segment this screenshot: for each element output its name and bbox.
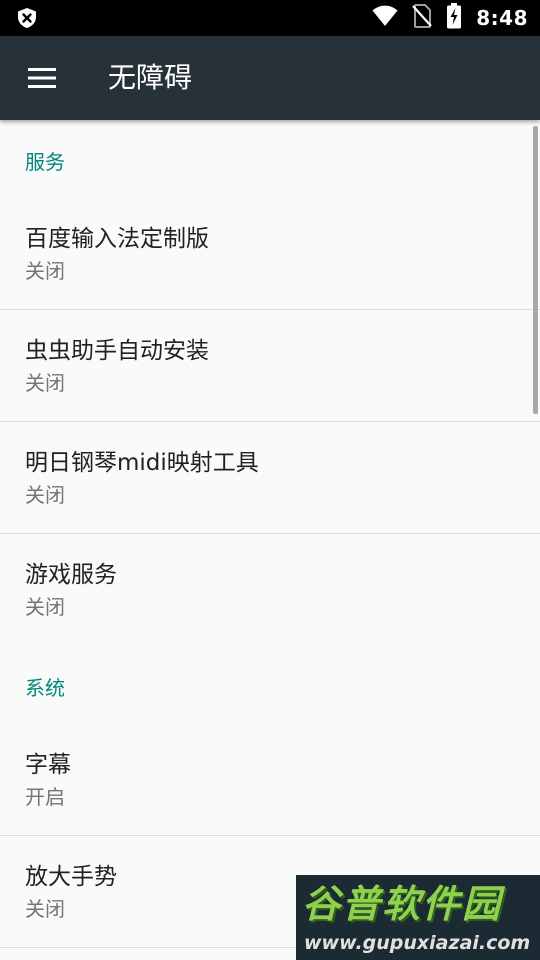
watermark-url: www.gupuxiazai.com: [304, 932, 531, 954]
pref-summary: 关闭: [25, 371, 65, 395]
pref-summary: 关闭: [25, 595, 65, 619]
watermark-logo-text: 谷普软件园: [302, 882, 503, 926]
hamburger-menu-icon[interactable]: [16, 56, 68, 100]
settings-list: 服务 百度输入法定制版 关闭 虫虫助手自动安装 关闭 明日钢琴midi映射工具 …: [0, 120, 540, 960]
pref-item-chongchong-installer[interactable]: 虫虫助手自动安装 关闭: [0, 310, 540, 422]
battery-charging-icon: [446, 3, 462, 33]
pref-title: 游戏服务: [25, 562, 117, 588]
section-header-system: 系统: [25, 676, 65, 700]
watermark-logo: 谷普软件园 www.gupuxiazai.com: [296, 875, 540, 960]
status-bar: 8:48: [0, 0, 540, 36]
pref-summary: 开启: [25, 785, 65, 809]
pref-title: 字幕: [25, 752, 71, 778]
section-header-services: 服务: [25, 150, 65, 174]
shield-close-icon: [16, 7, 38, 29]
wifi-icon: [372, 5, 398, 31]
pref-item-baidu-input[interactable]: 百度输入法定制版 关闭: [0, 198, 540, 310]
pref-summary: 关闭: [25, 259, 65, 283]
app-toolbar: 无障碍: [0, 36, 540, 120]
no-sim-icon: [412, 4, 433, 32]
page-title: 无障碍: [108, 61, 193, 94]
pref-item-captions[interactable]: 字幕 开启: [0, 724, 540, 836]
pref-item-piano-midi-mapper[interactable]: 明日钢琴midi映射工具 关闭: [0, 422, 540, 534]
pref-title: 虫虫助手自动安装: [25, 338, 209, 364]
pref-summary: 关闭: [25, 483, 65, 507]
status-time: 8:48: [476, 6, 528, 30]
pref-title: 明日钢琴midi映射工具: [25, 450, 259, 476]
pref-title: 百度输入法定制版: [25, 226, 209, 252]
pref-item-game-service[interactable]: 游戏服务 关闭: [0, 534, 540, 646]
scrollbar[interactable]: [533, 126, 538, 414]
